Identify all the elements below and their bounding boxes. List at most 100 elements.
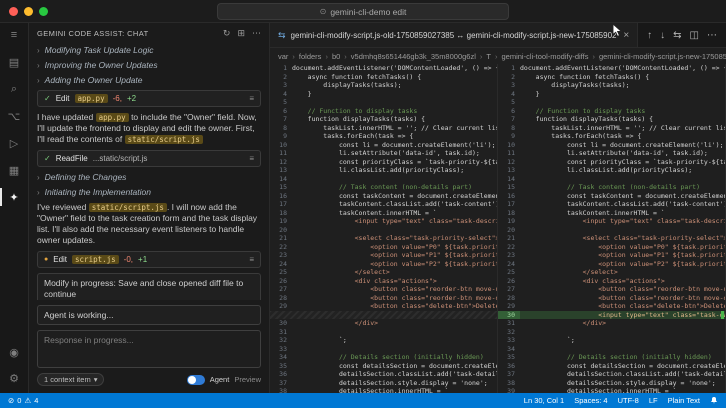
open-in-editor-icon[interactable]: ⊞ — [237, 28, 245, 39]
code-line[interactable]: 7 function displayTasks(tasks) { — [498, 115, 725, 124]
code-line[interactable]: 6 // Function to display tasks — [270, 107, 497, 116]
code-line[interactable]: 14 — [498, 175, 725, 184]
code-line[interactable]: 37 detailsSection.style.display = 'none'… — [270, 379, 497, 388]
code-line[interactable]: 34 // Details section (initially hidden) — [270, 353, 497, 362]
encoding-indicator[interactable]: UTF-8 — [618, 396, 639, 405]
thought-section[interactable]: › Initiating the Implementation — [37, 187, 261, 197]
options-icon[interactable]: ≡ — [249, 94, 254, 103]
tool-call-card[interactable]: ● Edit script.js -0, +1 ≡ — [37, 251, 261, 268]
code-line[interactable]: 3 displayTasks(tasks); — [498, 81, 725, 90]
code-line[interactable]: 12 const priorityClass = `task-priority-… — [270, 158, 497, 167]
more-actions-icon[interactable]: ⋯ — [252, 28, 261, 39]
next-change-button[interactable]: ↓ — [660, 30, 665, 41]
code-line[interactable]: 13 li.classList.add(priorityClass); — [498, 166, 725, 175]
code-line[interactable]: 6 // Function to display tasks — [498, 107, 725, 116]
code-line[interactable]: 30 <input type="text" class="task-owner-… — [498, 310, 725, 319]
diff-tab[interactable]: ⇆ gemini-cli-modify-script.js-old-175085… — [270, 23, 639, 47]
code-line[interactable]: 22 <option value="P0" ${task.priority ==… — [270, 243, 497, 252]
code-line[interactable]: 11 li.setAttribute('data-id', task.id); — [498, 149, 725, 158]
code-line[interactable]: 20 — [498, 226, 725, 235]
previous-change-button[interactable]: ↑ — [647, 30, 652, 41]
code-line[interactable]: 8 taskList.innerHTML = ''; // Clear curr… — [498, 124, 725, 133]
language-mode-indicator[interactable]: Plain Text — [668, 396, 700, 405]
breadcrumb-item[interactable]: folders — [299, 52, 322, 61]
activity-item-extensions[interactable]: ▦ — [0, 161, 26, 179]
code-line[interactable]: 17 taskContent.classList.add('task-conte… — [270, 200, 497, 209]
swap-sides-button[interactable]: ⇆ — [673, 30, 681, 41]
code-line[interactable]: 3 displayTasks(tasks); — [270, 81, 497, 90]
code-line[interactable]: 19 <input type="text" class="task-descri… — [270, 217, 497, 226]
code-line[interactable]: 28 <button class="reorder-btn move-down"… — [498, 294, 725, 303]
code-line[interactable] — [270, 310, 497, 319]
mode-preview-label[interactable]: Preview — [234, 375, 261, 384]
code-line[interactable]: 8 taskList.innerHTML = ''; // Clear curr… — [270, 124, 497, 133]
code-line[interactable]: 23 <option value="P1" ${task.priority ==… — [270, 251, 497, 260]
zoom-window-button[interactable] — [39, 6, 48, 16]
problems-indicator[interactable]: ⊘ 0 ⚠ 4 — [8, 396, 38, 405]
code-line[interactable]: 16 const taskContent = document.createEl… — [498, 192, 725, 201]
code-line[interactable]: 18 taskContent.innerHTML = ` — [498, 209, 725, 218]
code-line[interactable]: 7 function displayTasks(tasks) { — [270, 115, 497, 124]
code-line[interactable]: 26 <div class="actions"> — [270, 277, 497, 286]
code-line[interactable]: 29 <button class="delete-btn">Delete</bu… — [498, 302, 725, 311]
more-actions-icon[interactable]: ⋯ — [707, 30, 717, 41]
code-line[interactable]: 23 <option value="P1" ${task.priority ==… — [498, 251, 725, 260]
code-line[interactable]: 39 detailsSection.innerHTML = ` — [498, 387, 725, 393]
code-line[interactable]: 27 <button class="reorder-btn move-up">↑… — [498, 285, 725, 294]
close-window-button[interactable] — [9, 6, 18, 16]
code-line[interactable]: 35 // Details section (initially hidden) — [498, 353, 725, 362]
code-line[interactable]: 32 `; — [270, 336, 497, 345]
activity-item-account[interactable]: ◉ — [0, 343, 26, 361]
code-line[interactable]: 32 — [498, 328, 725, 337]
code-line[interactable]: 21 <select class="task-priority-select"> — [270, 234, 497, 243]
code-line[interactable]: 34 — [498, 345, 725, 354]
code-line[interactable]: 30 </div> — [270, 319, 497, 328]
code-line[interactable]: 24 <option value="P2" ${task.priority ==… — [498, 260, 725, 269]
code-line[interactable]: 36 const detailsSection = document.creat… — [498, 362, 725, 371]
minimize-window-button[interactable] — [24, 6, 33, 16]
code-line[interactable]: 17 taskContent.classList.add('task-conte… — [498, 200, 725, 209]
activity-item-source-control[interactable]: ⌥ — [0, 107, 26, 125]
code-line[interactable]: 1 document.addEventListener('DOMContentLo… — [498, 64, 725, 73]
breadcrumb-item[interactable]: gemini-cli-tool-modify-diffs — [501, 52, 588, 61]
code-line[interactable]: 26 <div class="actions"> — [498, 277, 725, 286]
thought-section[interactable]: › Modifying Task Update Logic — [37, 45, 261, 55]
code-line[interactable]: 27 <button class="reorder-btn move-up">↑… — [270, 285, 497, 294]
code-line[interactable]: 28 <button class="reorder-btn move-down"… — [270, 294, 497, 303]
code-line[interactable]: 31 </div> — [498, 319, 725, 328]
code-line[interactable]: 19 <input type="text" class="task-descri… — [498, 217, 725, 226]
activity-item-explorer[interactable]: ▤ — [0, 53, 26, 71]
tool-call-card[interactable]: ✓ Edit app.py -6, +2 ≡ — [37, 90, 261, 107]
code-line[interactable]: 10 const li = document.createElement('li… — [270, 141, 497, 150]
options-icon[interactable]: ≡ — [249, 154, 254, 163]
code-line[interactable]: 37 detailsSection.classList.add('task-de… — [498, 370, 725, 379]
code-line[interactable]: 1 document.addEventListener('DOMContentLo… — [270, 64, 497, 73]
split-editor-button[interactable]: ◫ — [690, 30, 699, 41]
mode-agent-label[interactable]: Agent — [210, 375, 230, 384]
code-line[interactable]: 21 <select class="task-priority-select"> — [498, 234, 725, 243]
eol-indicator[interactable]: LF — [649, 396, 658, 405]
code-line[interactable]: 25 </select> — [270, 268, 497, 277]
code-line[interactable]: 4 } — [270, 90, 497, 99]
code-line[interactable]: 15 // Task content (non-details part) — [498, 183, 725, 192]
code-line[interactable]: 5 — [270, 98, 497, 107]
code-line[interactable]: 24 <option value="P2" ${task.priority ==… — [270, 260, 497, 269]
code-line[interactable]: 9 tasks.forEach(task => { — [270, 132, 497, 141]
chat-input[interactable]: Response in progress... — [37, 330, 261, 368]
code-line[interactable]: 2 async function fetchTasks() { — [498, 73, 725, 82]
agent-mode-toggle[interactable] — [186, 374, 205, 385]
code-line[interactable]: 33 — [270, 345, 497, 354]
breadcrumb-item[interactable]: T — [486, 52, 491, 61]
code-line[interactable]: 5 — [498, 98, 725, 107]
options-icon[interactable]: ≡ — [249, 255, 254, 264]
context-items-button[interactable]: 1 context item ▾ — [37, 373, 105, 386]
code-line[interactable]: 29 <button class="delete-btn">Delete</bu… — [270, 302, 497, 311]
activity-item-gemini-code-assist[interactable]: ✦ — [0, 188, 26, 206]
breadcrumb-item[interactable]: var — [278, 52, 288, 61]
notifications-bell-icon[interactable] — [710, 396, 718, 405]
code-line[interactable]: 12 const priorityClass = `task-priority-… — [498, 158, 725, 167]
activity-item-search[interactable]: ⌕ — [0, 80, 26, 98]
code-line[interactable]: 20 — [270, 226, 497, 235]
code-line[interactable]: 4 } — [498, 90, 725, 99]
history-icon[interactable]: ↻ — [223, 28, 231, 39]
